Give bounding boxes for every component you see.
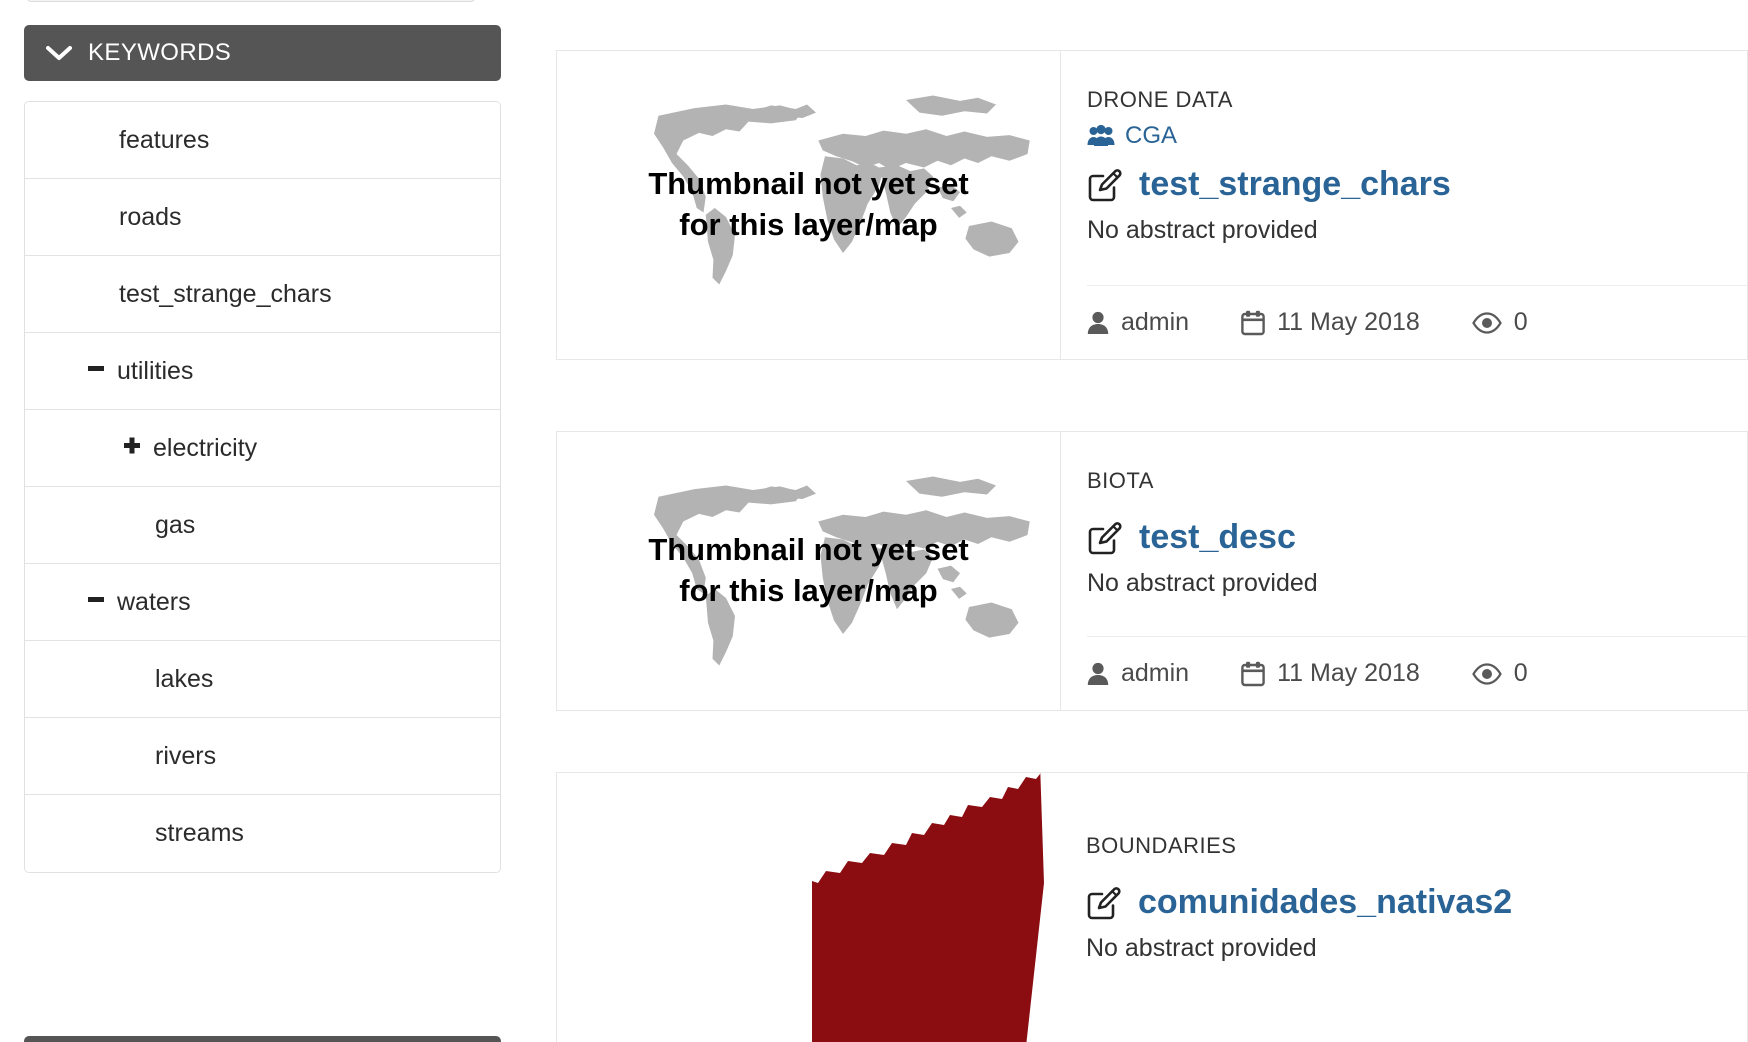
edit-square-pencil-icon[interactable] <box>1087 520 1123 556</box>
result-abstract: No abstract provided <box>1086 934 1317 962</box>
facet-header-keywords[interactable]: KEYWORDS <box>24 25 501 81</box>
result-views: 0 <box>1472 308 1528 337</box>
keyword-item-features[interactable]: features <box>25 102 500 179</box>
keyword-item-waters[interactable]: waters <box>25 564 500 641</box>
keyword-label: roads <box>119 202 182 231</box>
previous-facet-panel-stub <box>27 0 475 2</box>
result-card[interactable]: Thumbnail not yet set for this layer/map… <box>556 431 1748 711</box>
keyword-label: utilities <box>117 356 194 385</box>
result-abstract: No abstract provided <box>1087 569 1318 597</box>
thumbnail-placeholder-line-2: for this layer/map <box>679 573 938 608</box>
search-results-list: Thumbnail not yet set for this layer/map… <box>556 0 1748 1042</box>
result-views-count: 0 <box>1513 308 1528 336</box>
result-card-body: BOUNDARIES comunidades_nativas2 No abstr… <box>1060 773 1747 1042</box>
result-card[interactable]: Thumbnail not yet set for this layer/map… <box>556 50 1748 360</box>
result-date: 11 May 2018 <box>1241 659 1420 688</box>
keyword-item-streams[interactable]: streams <box>25 795 500 872</box>
calendar-icon <box>1241 661 1265 687</box>
result-owner-name: admin <box>1121 659 1190 687</box>
page-root: KEYWORDS features roads test_strange_cha… <box>0 0 1748 1042</box>
result-card-body: BIOTA test_desc No abstract provided adm… <box>1060 432 1747 710</box>
eye-icon <box>1472 662 1502 685</box>
result-category: BOUNDARIES <box>1086 833 1237 858</box>
user-icon <box>1087 311 1109 335</box>
result-group-link[interactable]: CGA <box>1125 122 1177 150</box>
keyword-item-gas[interactable]: gas <box>25 487 500 564</box>
result-date-text: 11 May 2018 <box>1277 659 1420 687</box>
keyword-item-test-strange-chars[interactable]: test_strange_chars <box>25 256 500 333</box>
keyword-item-lakes[interactable]: lakes <box>25 641 500 718</box>
result-date-text: 11 May 2018 <box>1277 308 1420 336</box>
result-meta-row: admin 11 May 2018 0 <box>1087 285 1747 337</box>
thumbnail-placeholder-text: Thumbnail not yet set for this layer/map <box>648 530 968 612</box>
result-title-row[interactable]: comunidades_nativas2 <box>1086 883 1747 922</box>
keyword-item-rivers[interactable]: rivers <box>25 718 500 795</box>
result-card-body: DRONE DATA CGA test_strange_chars No abs… <box>1060 51 1747 359</box>
facet-sidebar: KEYWORDS features roads test_strange_cha… <box>0 0 520 1042</box>
result-owner[interactable]: admin <box>1087 308 1189 337</box>
facet-title: KEYWORDS <box>88 39 232 66</box>
result-views: 0 <box>1472 659 1528 688</box>
calendar-icon <box>1241 310 1265 336</box>
result-card[interactable]: BOUNDARIES comunidades_nativas2 No abstr… <box>556 772 1748 1042</box>
result-thumbnail[interactable]: Thumbnail not yet set for this layer/map <box>557 432 1060 710</box>
minus-collapse-icon[interactable] <box>83 588 109 617</box>
result-title-row[interactable]: test_strange_chars <box>1087 165 1747 204</box>
result-title-link[interactable]: test_strange_chars <box>1139 165 1451 204</box>
result-category: DRONE DATA <box>1087 87 1233 112</box>
result-owner-name: admin <box>1121 308 1190 336</box>
result-abstract: No abstract provided <box>1087 216 1318 244</box>
result-views-count: 0 <box>1513 659 1528 687</box>
keyword-label: features <box>119 125 210 154</box>
result-meta-row: admin 11 May 2018 0 <box>1087 636 1747 688</box>
chevron-down-icon[interactable] <box>44 45 74 61</box>
user-icon <box>1087 662 1109 686</box>
result-thumbnail[interactable] <box>557 773 1060 1042</box>
thumbnail-placeholder-line-1: Thumbnail not yet set <box>648 166 969 202</box>
keyword-label: gas <box>155 510 196 539</box>
keyword-label: test_strange_chars <box>119 279 332 308</box>
keyword-item-electricity[interactable]: electricity <box>25 410 500 487</box>
result-title-row[interactable]: test_desc <box>1087 518 1747 557</box>
plus-expand-icon[interactable] <box>119 434 145 463</box>
thumbnail-placeholder-line-1: Thumbnail not yet set <box>648 532 969 568</box>
thumbnail-placeholder-line-2: for this layer/map <box>679 207 938 242</box>
result-owner[interactable]: admin <box>1087 659 1189 688</box>
keyword-label: lakes <box>155 664 214 693</box>
keyword-label: streams <box>155 819 244 847</box>
keyword-label: electricity <box>153 433 258 462</box>
result-title-link[interactable]: comunidades_nativas2 <box>1138 883 1512 922</box>
keyword-item-roads[interactable]: roads <box>25 179 500 256</box>
eye-icon <box>1472 311 1502 334</box>
users-group-icon <box>1087 125 1115 147</box>
minus-collapse-icon[interactable] <box>83 357 109 386</box>
thumbnail-placeholder-text: Thumbnail not yet set for this layer/map <box>648 164 968 246</box>
keyword-label: waters <box>117 587 191 616</box>
result-thumbnail[interactable]: Thumbnail not yet set for this layer/map <box>557 51 1060 359</box>
result-group-row[interactable]: CGA <box>1087 121 1747 151</box>
keyword-label: rivers <box>155 741 217 770</box>
result-date: 11 May 2018 <box>1241 308 1420 337</box>
edit-square-pencil-icon[interactable] <box>1086 885 1122 921</box>
edit-square-pencil-icon[interactable] <box>1087 167 1123 203</box>
keyword-item-utilities[interactable]: utilities <box>25 333 500 410</box>
next-facet-header-stub[interactable] <box>24 1036 501 1042</box>
result-category: BIOTA <box>1087 468 1154 493</box>
peru-map-thumbnail-icon <box>812 773 1044 1042</box>
keyword-list: features roads test_strange_chars utilit… <box>24 101 501 873</box>
result-title-link[interactable]: test_desc <box>1139 518 1296 557</box>
